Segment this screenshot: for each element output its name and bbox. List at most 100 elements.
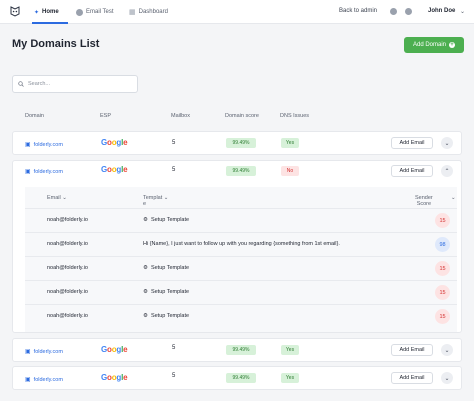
gear-icon: ⚙ (143, 289, 148, 295)
esp-google-logo: Google (101, 345, 128, 354)
chevron-up-icon[interactable]: ⌃ (441, 165, 453, 177)
sort-icon[interactable]: ⌄ (451, 195, 456, 201)
page-title: My Domains List (12, 38, 100, 50)
domain-link[interactable]: ▣ folderly.com (25, 168, 63, 176)
domain-score-badge: 99.49% (226, 138, 256, 148)
logo-icon[interactable] (9, 5, 21, 17)
mailbox-count: 5 (172, 373, 176, 379)
esp-google-logo: Google (101, 373, 128, 382)
email-address: noah@folderly.io (47, 217, 88, 223)
domain-row[interactable]: ▣ folderly.com Google 5 99.49% Yes Add E… (12, 338, 462, 362)
sender-score-badge: 15 (435, 261, 450, 276)
domain-score-badge: 99.49% (226, 166, 256, 176)
tab-dashboard-label: Dashboard (138, 9, 168, 15)
template-link[interactable]: ⚙ Setup Template (143, 289, 189, 295)
template-link[interactable]: ⚙ Setup Template (143, 313, 189, 319)
calendar-icon: ▣ (25, 349, 31, 355)
active-tab-indicator (32, 22, 68, 24)
user-menu[interactable]: John Doe (428, 8, 455, 14)
domain-link[interactable]: ▣ folderly.com (25, 376, 63, 384)
add-domain-button[interactable]: Add Domain + (404, 37, 464, 53)
sub-col-template[interactable]: Templat ⌄ e (143, 195, 168, 207)
table-row: noah@folderly.io ⚙ Setup Template 15 (25, 256, 457, 280)
mailbox-count: 5 (172, 167, 176, 173)
add-email-button[interactable]: Add Email (391, 137, 433, 149)
tab-dashboard[interactable]: ▦ Dashboard (129, 6, 168, 18)
top-nav: ✦ Home Email Test ▦ Dashboard Back to ad… (0, 0, 474, 24)
dns-issues-badge: Yes (281, 373, 299, 383)
col-mailbox[interactable]: Mailbox (171, 113, 190, 119)
sort-icon: ⌄ (163, 195, 169, 201)
gear-icon (76, 8, 83, 16)
col-domain-score[interactable]: Domain score (225, 113, 259, 119)
email-address: noah@folderly.io (47, 241, 88, 247)
sender-score-badge: 15 (435, 285, 450, 300)
search-box[interactable] (12, 75, 138, 93)
domain-name: folderly.com (33, 168, 63, 175)
sender-score-badge: 98 (435, 237, 450, 252)
magic-wand-icon: ✦ (34, 9, 40, 16)
search-icon (18, 81, 24, 87)
col-dns-issues[interactable]: DNS Issues (280, 113, 309, 119)
add-email-button[interactable]: Add Email (391, 165, 433, 177)
calendar-icon: ▣ (25, 377, 31, 383)
gear-icon: ⚙ (143, 217, 148, 223)
mailbox-count: 5 (172, 140, 176, 146)
template-link[interactable]: ⚙ Setup Template (143, 265, 189, 271)
plus-icon: + (449, 42, 456, 48)
info-icon[interactable] (390, 8, 397, 15)
template-link[interactable]: ⚙ Setup Template (143, 217, 189, 223)
chevron-down-icon[interactable]: ⌄ (441, 137, 453, 149)
bell-icon[interactable] (405, 8, 412, 15)
chevron-down-icon[interactable]: ⌄ (441, 372, 453, 384)
domain-link[interactable]: ▣ folderly.com (25, 141, 63, 149)
chevron-down-icon[interactable]: ⌄ (460, 8, 465, 15)
email-address: noah@folderly.io (47, 265, 88, 271)
domain-score-badge: 99.49% (226, 373, 256, 383)
domain-name: folderly.com (33, 141, 63, 148)
dns-issues-badge: No (281, 166, 299, 176)
domain-name: folderly.com (33, 348, 63, 355)
tab-email-test[interactable]: Email Test (76, 6, 114, 18)
dns-issues-badge: Yes (281, 345, 299, 355)
table-row: noah@folderly.io ⚙ Setup Template 15 (25, 304, 457, 328)
dns-issues-badge: Yes (281, 138, 299, 148)
chevron-down-icon[interactable]: ⌄ (441, 344, 453, 356)
col-esp[interactable]: ESP (100, 113, 111, 119)
tab-email-test-label: Email Test (86, 9, 114, 15)
expanded-domain-panel: ▣ folderly.com Google 5 99.49% No Add Em… (12, 160, 462, 333)
esp-google-logo: Google (101, 165, 128, 174)
dashboard-icon: ▦ (129, 9, 136, 16)
tab-home-label: Home (42, 9, 59, 15)
table-row: noah@folderly.io Hi {Name}, I just want … (25, 232, 457, 256)
table-row: noah@folderly.io ⚙ Setup Template 15 (25, 208, 457, 232)
email-address: noah@folderly.io (47, 289, 88, 295)
add-email-button[interactable]: Add Email (391, 344, 433, 356)
template-text[interactable]: Hi {Name}, I just want to follow up with… (143, 241, 340, 247)
sort-icon: ⌄ (62, 195, 67, 201)
calendar-icon: ▣ (25, 169, 31, 175)
add-domain-label: Add Domain (412, 42, 447, 48)
domain-name: folderly.com (33, 376, 63, 383)
domain-row[interactable]: ▣ folderly.com Google 5 99.49% Yes Add E… (12, 366, 462, 390)
table-row: noah@folderly.io ⚙ Setup Template 15 (25, 280, 457, 304)
tab-home[interactable]: ✦ Home (34, 6, 59, 18)
calendar-icon: ▣ (25, 142, 31, 148)
domain-row[interactable]: ▣ folderly.com Google 5 99.49% Yes Add E… (12, 131, 462, 155)
col-domain[interactable]: Domain (25, 113, 44, 119)
sub-col-email[interactable]: Email ⌄ (47, 195, 67, 201)
email-subtable: Email ⌄ Templat ⌄ e Sender Score ⌄ noah@… (25, 187, 457, 332)
gear-icon: ⚙ (143, 313, 148, 319)
add-email-button[interactable]: Add Email (391, 372, 433, 384)
esp-google-logo: Google (101, 138, 128, 147)
sender-score-badge: 15 (435, 213, 450, 228)
back-to-admin-link[interactable]: Back to admin (339, 8, 377, 14)
email-address: noah@folderly.io (47, 313, 88, 319)
search-input[interactable] (28, 81, 128, 87)
domain-link[interactable]: ▣ folderly.com (25, 348, 63, 356)
domain-score-badge: 99.49% (226, 345, 256, 355)
sender-score-badge: 15 (435, 309, 450, 324)
mailbox-count: 5 (172, 345, 176, 351)
gear-icon: ⚙ (143, 265, 148, 271)
sub-col-sender-score[interactable]: Sender Score (415, 195, 433, 207)
